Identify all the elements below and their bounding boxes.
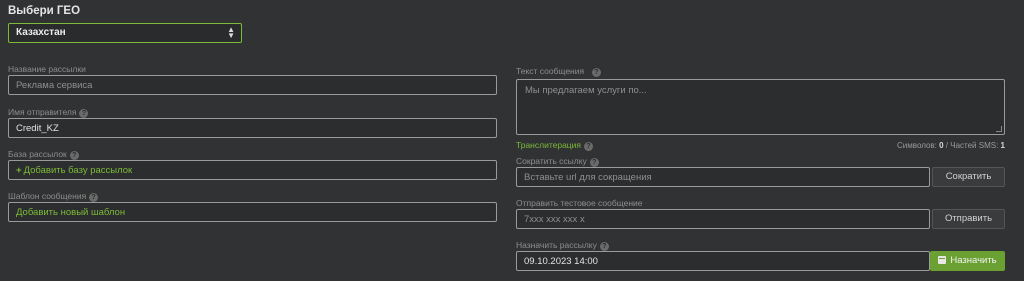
- template-label: Шаблон сообщения?: [8, 191, 99, 202]
- test-message-label: Отправить тестовое сообщение: [516, 198, 643, 208]
- help-icon[interactable]: ?: [591, 68, 601, 77]
- test-phone-placeholder: 7xxx xxx xxx x: [524, 214, 585, 225]
- database-label-text: База рассылок: [8, 149, 67, 159]
- campaign-name-label: Название рассылки: [8, 64, 86, 74]
- add-template-button[interactable]: Добавить новый шаблон: [8, 202, 497, 222]
- schedule-button[interactable]: Назначить: [930, 251, 1005, 271]
- schedule-button-label: Назначить: [950, 255, 997, 266]
- message-placeholder: Мы предлагаем услуги по...: [525, 85, 647, 96]
- calendar-icon: [938, 256, 947, 264]
- message-textarea[interactable]: Мы предлагаем услуги по...: [516, 79, 1005, 135]
- plus-icon: +: [16, 165, 22, 176]
- sender-name-label: Имя отправителя?: [8, 107, 89, 118]
- message-label-text: Текст сообщения: [516, 66, 585, 76]
- chevron-updown-icon: ▲ ▼: [227, 25, 235, 40]
- resize-handle-icon[interactable]: [996, 126, 1002, 132]
- schedule-datetime-value: 09.10.2023 14:00: [524, 256, 598, 267]
- shorten-url-input[interactable]: Вставьте url для сокращения: [516, 167, 930, 187]
- geo-select[interactable]: Казахстан ▲ ▼: [8, 23, 242, 43]
- add-database-button[interactable]: + Добавить базу рассылок: [8, 160, 497, 180]
- geo-title: Выбери ГЕО: [8, 5, 81, 17]
- campaign-name-input[interactable]: Реклама сервиса: [8, 75, 497, 95]
- sender-name-label-text: Имя отправителя: [8, 107, 77, 117]
- add-template-text: Добавить новый шаблон: [16, 207, 126, 218]
- symbols-value: 0: [939, 141, 944, 150]
- send-test-button[interactable]: Отправить: [932, 209, 1005, 229]
- transliteration-text: Транслитерация: [516, 140, 582, 150]
- test-phone-input[interactable]: 7xxx xxx xxx x: [516, 209, 930, 229]
- add-database-text: Добавить базу рассылок: [23, 165, 133, 176]
- database-label: База рассылок?: [8, 149, 79, 160]
- shorten-label-text: Сократить ссылку: [516, 156, 587, 166]
- help-icon[interactable]: ?: [79, 109, 89, 118]
- sender-name-value: Credit_KZ: [16, 123, 59, 134]
- symbols-label: Символов:: [897, 141, 937, 150]
- transliteration-link[interactable]: Транслитерация?: [516, 140, 594, 151]
- shorten-button[interactable]: Сократить: [932, 167, 1005, 187]
- parts-value: 1: [1000, 141, 1005, 150]
- geo-selected-value: Казахстан: [16, 27, 66, 38]
- parts-label: Частей SMS:: [950, 141, 999, 150]
- template-label-text: Шаблон сообщения: [8, 191, 87, 201]
- help-icon[interactable]: ?: [599, 242, 609, 251]
- help-icon[interactable]: ?: [584, 142, 594, 151]
- schedule-datetime-input[interactable]: 09.10.2023 14:00: [516, 251, 930, 271]
- campaign-name-placeholder: Реклама сервиса: [16, 80, 93, 91]
- schedule-label: Назначить рассылку?: [516, 240, 609, 251]
- help-icon[interactable]: ?: [69, 151, 79, 160]
- shorten-label: Сократить ссылку?: [516, 156, 599, 167]
- sender-name-input[interactable]: Credit_KZ: [8, 118, 497, 138]
- help-icon[interactable]: ?: [589, 158, 599, 167]
- sms-counter: Символов: 0 / Частей SMS: 1: [897, 141, 1005, 150]
- schedule-label-text: Назначить рассылку: [516, 240, 597, 250]
- message-label: Текст сообщения ?: [516, 66, 601, 77]
- shorten-url-placeholder: Вставьте url для сокращения: [524, 172, 652, 183]
- help-icon[interactable]: ?: [89, 193, 99, 202]
